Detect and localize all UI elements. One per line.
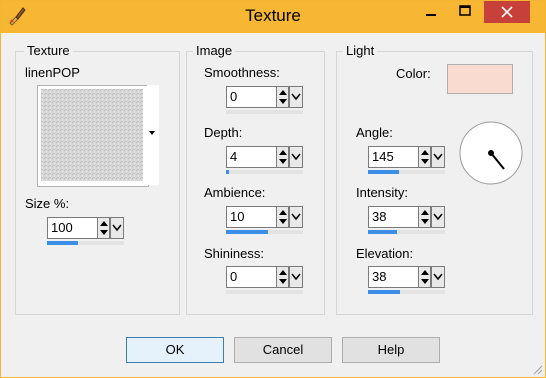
- light-group-label: Light: [343, 43, 378, 58]
- maximize-button[interactable]: [448, 1, 482, 23]
- angle-label: Angle:: [356, 125, 393, 140]
- arrow-up-icon[interactable]: [421, 270, 429, 275]
- texture-name: linenPOP: [25, 65, 80, 80]
- intensity-dropdown-button[interactable]: [431, 206, 445, 228]
- angle-slider-fill: [368, 170, 399, 174]
- texture-dialog: Texture Texture linenPOP Size %: 100 Ima…: [0, 0, 546, 378]
- intensity-stepper[interactable]: [418, 206, 431, 228]
- cancel-button[interactable]: Cancel: [234, 337, 332, 363]
- texture-group-label: Texture: [24, 43, 73, 58]
- shininess-spinner: 0: [226, 266, 304, 298]
- light-color-swatch[interactable]: [447, 64, 513, 94]
- depth-label: Depth:: [204, 125, 243, 140]
- arrow-up-icon[interactable]: [279, 150, 287, 155]
- depth-slider-fill: [226, 170, 230, 174]
- ambience-slider-fill: [226, 230, 269, 234]
- arrow-down-icon[interactable]: [279, 219, 287, 224]
- ambience-dropdown-button[interactable]: [289, 206, 303, 228]
- arrow-down-icon[interactable]: [279, 159, 287, 164]
- depth-input[interactable]: 4: [226, 146, 276, 168]
- angle-stepper[interactable]: [418, 146, 431, 168]
- size-label: Size %:: [25, 196, 70, 211]
- intensity-input[interactable]: 38: [368, 206, 418, 228]
- arrow-up-icon[interactable]: [100, 221, 108, 226]
- shininess-input[interactable]: 0: [226, 266, 276, 288]
- arrow-down-icon[interactable]: [279, 279, 287, 284]
- arrow-up-icon[interactable]: [279, 270, 287, 275]
- size-dropdown-button[interactable]: [110, 217, 124, 239]
- minimize-button[interactable]: [414, 1, 448, 23]
- ambience-label: Ambience:: [204, 185, 266, 200]
- elevation-dropdown-button[interactable]: [431, 266, 445, 288]
- ambience-stepper[interactable]: [276, 206, 289, 228]
- elevation-stepper[interactable]: [418, 266, 431, 288]
- arrow-down-icon[interactable]: [421, 219, 429, 224]
- smoothness-stepper[interactable]: [276, 86, 289, 108]
- arrow-up-icon[interactable]: [421, 210, 429, 215]
- angle-dropdown-button[interactable]: [431, 146, 445, 168]
- ambience-slider[interactable]: [226, 230, 303, 234]
- smoothness-label: Smoothness:: [204, 65, 280, 80]
- intensity-label: Intensity:: [356, 185, 409, 200]
- smoothness-dropdown-button[interactable]: [289, 86, 303, 108]
- ambience-input[interactable]: 10: [226, 206, 276, 228]
- ok-button[interactable]: OK: [126, 337, 224, 363]
- size-spinner: 100: [47, 217, 125, 249]
- shininess-dropdown-button[interactable]: [289, 266, 303, 288]
- elevation-label: Elevation:: [356, 246, 414, 261]
- arrow-down-icon[interactable]: [100, 230, 108, 235]
- intensity-slider-fill: [368, 230, 398, 234]
- intensity-slider[interactable]: [368, 230, 445, 234]
- elevation-slider[interactable]: [368, 290, 445, 294]
- angle-input[interactable]: 145: [368, 146, 418, 168]
- depth-slider[interactable]: [226, 170, 303, 174]
- shininess-stepper[interactable]: [276, 266, 289, 288]
- angle-dial[interactable]: [458, 121, 524, 190]
- size-input[interactable]: 100: [47, 217, 97, 239]
- angle-spinner: 145: [368, 146, 446, 178]
- dropdown-arrow-icon: [149, 131, 155, 135]
- size-slider-fill: [47, 241, 78, 245]
- title-bar[interactable]: Texture: [1, 1, 545, 33]
- texture-swatch: [41, 89, 143, 181]
- arrow-down-icon[interactable]: [279, 99, 287, 104]
- ambience-spinner: 10: [226, 206, 304, 238]
- depth-dropdown-button[interactable]: [289, 146, 303, 168]
- shininess-label: Shininess:: [204, 246, 264, 261]
- smoothness-spinner: 0: [226, 86, 304, 118]
- elevation-spinner: 38: [368, 266, 446, 298]
- elevation-input[interactable]: 38: [368, 266, 418, 288]
- depth-spinner: 4: [226, 146, 304, 178]
- depth-stepper[interactable]: [276, 146, 289, 168]
- arrow-up-icon[interactable]: [421, 150, 429, 155]
- elevation-slider-fill: [368, 290, 401, 294]
- arrow-up-icon[interactable]: [279, 210, 287, 215]
- angle-slider[interactable]: [368, 170, 445, 174]
- close-button[interactable]: [484, 1, 530, 23]
- color-label: Color:: [396, 66, 431, 81]
- texture-preview[interactable]: [37, 85, 149, 187]
- smoothness-slider[interactable]: [226, 110, 303, 114]
- size-slider[interactable]: [47, 241, 124, 245]
- help-button[interactable]: Help: [342, 337, 440, 363]
- arrow-down-icon[interactable]: [421, 279, 429, 284]
- smoothness-input[interactable]: 0: [226, 86, 276, 108]
- shininess-slider[interactable]: [226, 290, 303, 294]
- arrow-down-icon[interactable]: [421, 159, 429, 164]
- texture-dropdown-button[interactable]: [147, 85, 159, 185]
- intensity-spinner: 38: [368, 206, 446, 238]
- arrow-up-icon[interactable]: [279, 90, 287, 95]
- resize-grip-icon[interactable]: [531, 363, 543, 378]
- size-stepper[interactable]: [97, 217, 110, 239]
- image-group-label: Image: [193, 43, 236, 58]
